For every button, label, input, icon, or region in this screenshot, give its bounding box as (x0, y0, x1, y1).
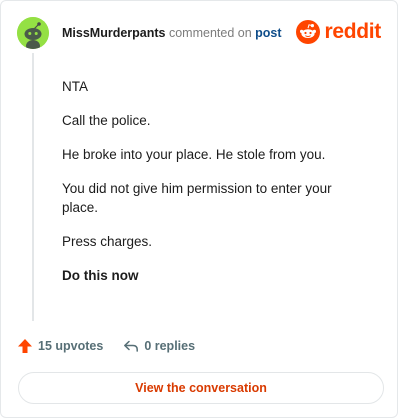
comment-paragraph: He broke into your place. He stole from … (62, 147, 326, 162)
reddit-wordmark: reddit (324, 20, 381, 43)
view-conversation-button[interactable]: View the conversation (18, 372, 384, 404)
snoo-avatar-icon (17, 17, 49, 49)
reply-arrow-icon (124, 340, 139, 352)
upvote-arrow-icon (18, 339, 32, 353)
reply-button[interactable]: 0 replies (123, 338, 195, 354)
comment-footer: 15 upvotes 0 replies (17, 338, 195, 354)
upvote-count: 15 upvotes (38, 339, 104, 353)
comment-paragraph: Press charges. (62, 234, 153, 249)
comment-paragraph-bold: Do this now (62, 268, 139, 283)
upvote-button[interactable]: 15 upvotes (17, 338, 103, 354)
comment-paragraph: Call the police. (62, 113, 151, 128)
reddit-snoo-icon (296, 20, 321, 44)
comment-paragraph: You did not give him permission to enter… (62, 181, 332, 215)
comment-header: MissMurderpants commented on post (62, 26, 282, 40)
thread-line (32, 53, 34, 321)
user-avatar[interactable] (17, 17, 49, 49)
comment-paragraph: NTA (62, 79, 88, 94)
username-link[interactable]: MissMurderpants (62, 26, 166, 40)
comment-embed-card: MissMurderpants commented on post reddit… (0, 0, 398, 418)
reply-count: 0 replies (144, 339, 196, 353)
commented-on-text: commented on (168, 26, 252, 40)
post-link[interactable]: post (255, 26, 281, 40)
comment-body: NTA Call the police. He broke into your … (62, 77, 362, 300)
reddit-logo[interactable]: reddit (296, 20, 381, 44)
